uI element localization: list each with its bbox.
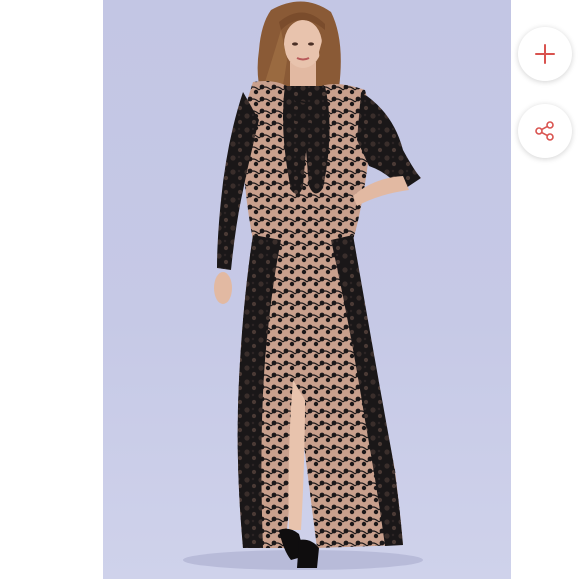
model-illustration (183, 1, 423, 570)
share-icon (535, 121, 554, 141)
share-button[interactable] (518, 104, 572, 158)
left-hand (214, 272, 232, 304)
face (284, 20, 322, 68)
right-shoe (297, 539, 319, 568)
right-sleeve (357, 92, 421, 190)
listing-page (0, 0, 580, 579)
right-eye (308, 42, 314, 46)
add-button[interactable] (518, 27, 572, 81)
plus-icon (535, 44, 555, 64)
product-photo[interactable] (103, 0, 511, 579)
left-eye (292, 42, 298, 46)
